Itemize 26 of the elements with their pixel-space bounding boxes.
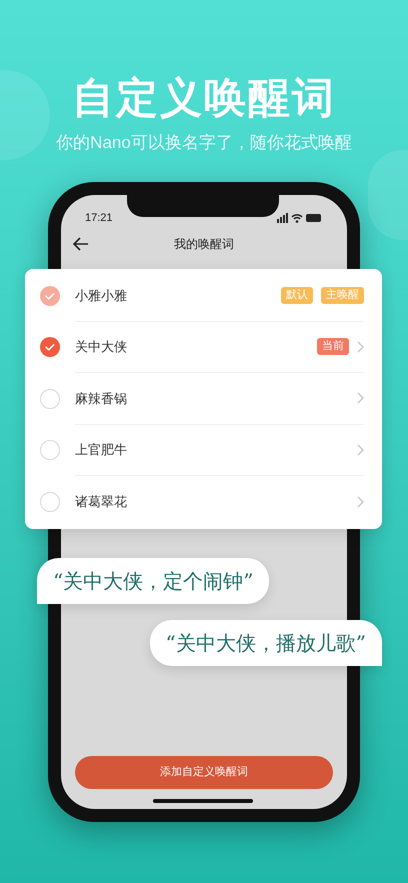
back-arrow-icon[interactable] xyxy=(73,237,89,251)
page-title: 自定义唤醒词 xyxy=(72,73,336,123)
checked-circle-icon[interactable] xyxy=(40,337,60,358)
nav-title: 我的唤醒词 xyxy=(174,236,234,253)
wake-word-name: 小雅小雅 xyxy=(75,286,128,304)
wake-word-name: 诸葛翠花 xyxy=(75,493,128,511)
status-time: 17:21 xyxy=(85,210,113,226)
tag: 主唤醒 xyxy=(321,286,364,304)
wake-word-name: 关中大侠 xyxy=(75,338,128,356)
wake-word-row[interactable]: 上官肥牛 xyxy=(25,424,382,476)
wake-word-row[interactable]: 诸葛翠花 xyxy=(25,476,382,528)
chevron-right-icon xyxy=(357,392,364,404)
speech-bubble: “关中大侠，定个闹钟” xyxy=(37,558,270,604)
chevron-right-icon xyxy=(357,340,364,353)
wake-word-name: 上官肥牛 xyxy=(75,441,128,459)
wake-word-row[interactable]: 关中大侠 当前 xyxy=(25,322,382,373)
tag: 当前 xyxy=(317,338,349,356)
wake-word-name: 麻辣香锅 xyxy=(75,390,128,408)
chevron-right-icon xyxy=(357,444,364,456)
add-wake-word-button[interactable]: 添加自定义唤醒词 xyxy=(75,756,333,789)
status-icons xyxy=(277,213,323,223)
chevron-right-icon xyxy=(357,496,364,508)
subtitle: 你的Nano可以换名字了，随你花式唤醒 xyxy=(56,132,352,154)
speech-bubble: “关中大侠，播放儿歌” xyxy=(150,620,382,666)
tag: 默认 xyxy=(281,286,313,304)
wake-word-row[interactable]: 麻辣香锅 xyxy=(25,373,382,424)
